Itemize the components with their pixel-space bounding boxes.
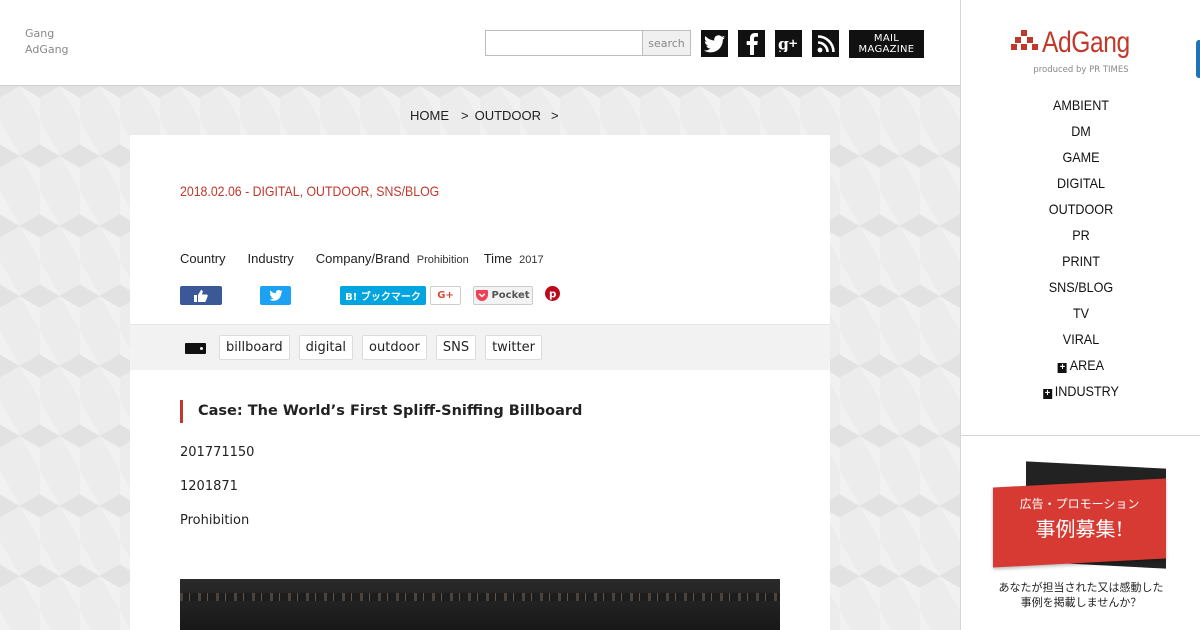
pinterest-icon[interactable]: p: [544, 285, 560, 301]
tag-outdoor[interactable]: outdoor: [362, 335, 427, 360]
facebook-like-button[interactable]: [180, 286, 222, 305]
menu-item-digital[interactable]: DIGITAL: [973, 170, 1189, 196]
search-form: search: [485, 30, 691, 56]
menu-item-outdoor[interactable]: OUTDOOR: [973, 196, 1189, 222]
menu-item-industry-label: INDUSTRY: [1054, 383, 1119, 399]
google-plus-share-button[interactable]: G+: [430, 286, 461, 305]
tag-digital[interactable]: digital: [298, 335, 354, 360]
mail-magazine-button[interactable]: MAIL MAGAZINE: [849, 30, 924, 58]
site-header: Gang AdGang search g + MAIL MAGAZINE: [0, 0, 960, 86]
article-image: [180, 579, 780, 630]
brand-line-1: Gang: [25, 27, 55, 40]
company-label: Company/Brand: [315, 251, 410, 266]
google-plus-icon[interactable]: g +: [775, 30, 802, 57]
article-paragraph: 201771150: [180, 445, 255, 460]
case-submission-banner[interactable]: 広告・プロモーション 事例募集!: [993, 461, 1167, 570]
pocket-button[interactable]: Pocket: [473, 286, 533, 305]
menu-item-pr[interactable]: PR: [973, 222, 1189, 248]
rss-icon[interactable]: [812, 30, 839, 57]
company-value: Prohibition: [416, 254, 469, 266]
search-input[interactable]: [485, 30, 643, 56]
side-tab-handle[interactable]: [1196, 40, 1200, 78]
article-paragraph: Prohibition: [180, 513, 250, 528]
svg-text:+: +: [788, 36, 798, 50]
thumbs-up-icon: [194, 289, 208, 302]
menu-item-tv[interactable]: TV: [973, 300, 1189, 326]
menu-item-area[interactable]: + AREA: [973, 352, 1189, 378]
banner-line-2: 事例募集!: [1035, 517, 1124, 541]
mail-magazine-line-1: MAIL: [873, 33, 900, 44]
tag-icon: [185, 343, 206, 354]
brand-line-2: AdGang: [25, 43, 69, 56]
facebook-icon[interactable]: [738, 30, 765, 57]
category-menu: AMBIENT DM GAME DIGITAL OUTDOOR PR PRINT…: [961, 92, 1200, 404]
mail-magazine-line-2: MAGAZINE: [858, 44, 915, 55]
breadcrumb: HOME > OUTDOOR >: [410, 108, 559, 123]
breadcrumb-separator: >: [551, 108, 559, 123]
hatena-bookmark-button[interactable]: B! ブックマーク: [340, 286, 426, 305]
tag-billboard[interactable]: billboard: [219, 335, 290, 360]
svg-text:p: p: [549, 288, 556, 300]
menu-item-game[interactable]: GAME: [973, 144, 1189, 170]
banner-line-1: 広告・プロモーション: [1019, 497, 1140, 511]
search-button[interactable]: search: [643, 30, 691, 56]
time-value: 2017: [519, 254, 544, 266]
menu-item-dm[interactable]: DM: [973, 118, 1189, 144]
breadcrumb-home[interactable]: HOME: [410, 108, 449, 123]
pocket-icon: [476, 290, 489, 301]
breadcrumb-outdoor[interactable]: OUTDOOR: [475, 108, 541, 123]
adgang-logo[interactable]: AdGang produced by PR TIMES: [1011, 26, 1151, 76]
tweet-button[interactable]: [260, 286, 291, 305]
banner-note-line-1: あなたが担当された又は感動した: [998, 581, 1164, 594]
menu-item-viral[interactable]: VIRAL: [973, 326, 1189, 352]
article-facts: Country Industry Company/Brand Prohibiti…: [180, 251, 544, 266]
twitter-icon: [268, 290, 283, 301]
tag-list: billboard digital outdoor SNS twitter: [219, 335, 542, 360]
menu-item-area-label: AREA: [1069, 357, 1105, 373]
menu-item-ambient[interactable]: AMBIENT: [973, 92, 1189, 118]
article-card: 2018.02.06 - DIGITAL, OUTDOOR, SNS/BLOG …: [130, 135, 830, 630]
pocket-label: Pocket: [491, 290, 530, 301]
tag-twitter[interactable]: twitter: [485, 335, 542, 360]
country-label: Country: [180, 251, 226, 266]
expand-plus-icon: +: [1043, 388, 1053, 399]
tag-sns[interactable]: SNS: [435, 335, 477, 360]
menu-item-industry[interactable]: + INDUSTRY: [973, 378, 1189, 404]
main-content: HOME > OUTDOOR > 2018.02.06 - DIGITAL, O…: [0, 86, 960, 630]
article-title: Case: The World’s First Spliff-Sniffing …: [180, 400, 582, 423]
article-paragraph: 1201871: [180, 479, 238, 494]
banner-note: あなたが担当された又は感動した 事例を掲載しませんか？: [961, 580, 1200, 610]
breadcrumb-separator: >: [461, 108, 469, 123]
brand-text[interactable]: Gang AdGang: [25, 26, 69, 58]
menu-item-print[interactable]: PRINT: [973, 248, 1189, 274]
logo-subtitle: produced by PR TIMES: [1033, 65, 1129, 75]
banner-note-line-2: 事例を掲載しませんか？: [1020, 596, 1142, 609]
tag-bar: billboard digital outdoor SNS twitter: [130, 324, 830, 370]
logo-mark-icon: [1011, 30, 1038, 50]
sidebar-divider: [961, 435, 1200, 436]
expand-plus-icon: +: [1057, 362, 1067, 373]
twitter-icon[interactable]: [701, 30, 728, 57]
industry-label: Industry: [247, 251, 294, 266]
menu-item-sns-blog[interactable]: SNS/BLOG: [973, 274, 1189, 300]
time-label: Time: [483, 251, 513, 266]
logo-text: AdGang: [1042, 26, 1130, 59]
sidebar: AdGang produced by PR TIMES AMBIENT DM G…: [960, 0, 1200, 630]
article-meta[interactable]: 2018.02.06 - DIGITAL, OUTDOOR, SNS/BLOG: [180, 183, 439, 199]
